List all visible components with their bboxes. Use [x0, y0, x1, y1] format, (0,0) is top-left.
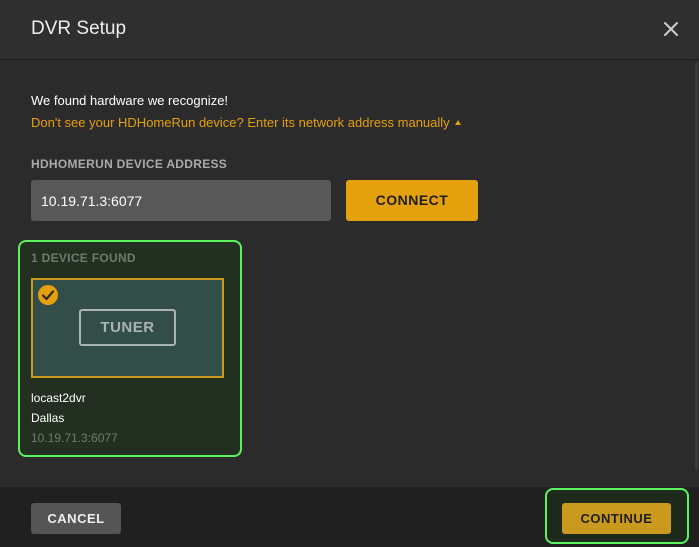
checkmark-icon — [37, 284, 59, 306]
dialog-header: DVR Setup — [0, 0, 699, 60]
device-address-input[interactable] — [31, 180, 331, 221]
dvr-setup-dialog: DVR Setup We found hardware we recognize… — [0, 0, 699, 547]
manual-address-link-label: Don't see your HDHomeRun device? Enter i… — [31, 115, 450, 130]
tuner-label: TUNER — [79, 309, 176, 346]
dialog-title: DVR Setup — [31, 18, 127, 39]
continue-button[interactable]: CONTINUE — [562, 503, 671, 534]
close-icon[interactable] — [658, 16, 684, 42]
cancel-button[interactable]: CANCEL — [31, 503, 121, 534]
caret-up-icon — [454, 120, 461, 125]
devices-found-count: 1 DEVICE FOUND — [31, 251, 136, 265]
device-location: Dallas — [31, 411, 65, 425]
found-hardware-text: We found hardware we recognize! — [31, 93, 229, 108]
connect-button[interactable]: CONNECT — [346, 180, 478, 221]
device-name: locast2dvr — [31, 391, 86, 405]
scrollbar[interactable] — [695, 62, 698, 470]
device-address-label: HDHOMERUN DEVICE ADDRESS — [31, 157, 228, 171]
manual-address-link[interactable]: Don't see your HDHomeRun device? Enter i… — [31, 115, 461, 131]
device-ip-address: 10.19.71.3:6077 — [31, 431, 118, 445]
